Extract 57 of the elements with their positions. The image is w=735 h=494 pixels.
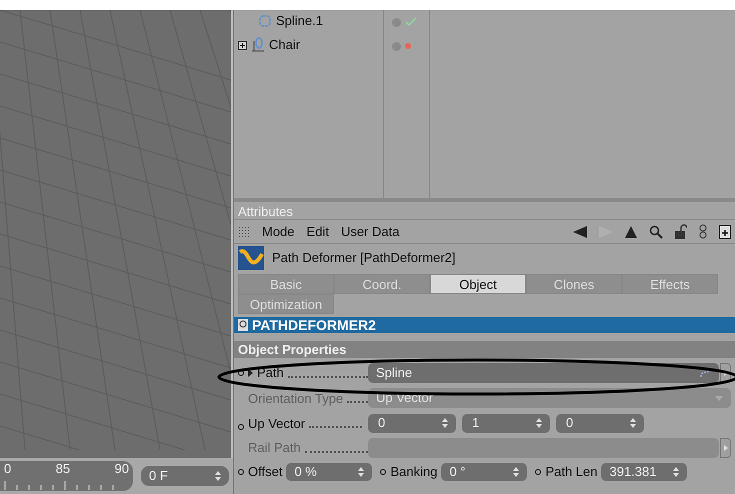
frame-number: 0: [4, 462, 12, 475]
menu-item[interactable]: Edit: [306, 222, 329, 242]
checkmark-icon[interactable]: [405, 17, 417, 27]
object-name[interactable]: Chair: [269, 35, 300, 55]
tab[interactable]: Object: [430, 274, 526, 294]
parameter-label: Offset: [248, 463, 282, 482]
leader-dots: [309, 426, 362, 428]
number-field[interactable]: 1: [462, 414, 550, 432]
tab[interactable]: Basic: [238, 274, 334, 294]
object-title: Path Deformer [PathDeformer2]: [272, 249, 456, 268]
triangle-right-icon: [724, 370, 728, 376]
number-field[interactable]: 391.381: [601, 463, 688, 481]
number-field[interactable]: 0 %: [286, 463, 372, 481]
frame-field[interactable]: 0 F: [141, 466, 229, 486]
null-object-icon: [251, 37, 265, 53]
number-field[interactable]: 0: [368, 414, 456, 432]
link-rings-icon[interactable]: [699, 224, 707, 239]
spinner-arrows-icon[interactable]: [673, 467, 680, 477]
spinner-arrows-icon[interactable]: [536, 418, 542, 428]
spline-object-icon: [258, 14, 272, 28]
menu-item[interactable]: User Data: [340, 222, 400, 242]
new-panel-icon[interactable]: [719, 224, 731, 238]
frame-number: 90: [114, 462, 129, 475]
triangle-right-icon: [724, 445, 728, 451]
back-arrow-icon[interactable]: [573, 226, 587, 238]
number-field[interactable]: 0: [556, 414, 644, 432]
parameter-label: Rail Path: [248, 439, 301, 458]
spinner-arrows-icon[interactable]: [358, 467, 364, 477]
path-deformer-icon: [238, 246, 264, 270]
parameter-label: Banking: [390, 463, 438, 482]
up-arrow-icon[interactable]: [625, 226, 637, 238]
parameter-label: Up Vector: [248, 416, 306, 430]
spinner-arrows-icon[interactable]: [442, 418, 448, 428]
section-header: Object Properties: [234, 341, 735, 358]
spinner-arrows-icon[interactable]: [513, 467, 520, 477]
object-banner-title: PATHDEFORMER2: [252, 318, 376, 332]
object-name[interactable]: Spline.1: [276, 11, 323, 31]
spinner-arrows-icon[interactable]: [630, 418, 636, 428]
tab[interactable]: Clones: [526, 274, 622, 294]
object-badge-icon: [238, 319, 248, 331]
tab[interactable]: Optimization: [238, 294, 334, 314]
unlocked-padlock-icon[interactable]: [675, 224, 687, 239]
expand-triangle-icon[interactable]: [248, 369, 253, 377]
expand-box-icon[interactable]: [238, 40, 247, 50]
number-field[interactable]: 0 °: [441, 463, 528, 481]
dropdown-caret-icon: [715, 396, 723, 400]
tab[interactable]: Effects: [622, 274, 718, 294]
parameter-label: Path Len: [545, 463, 598, 482]
timeline-ruler[interactable]: 0 85 90: [0, 461, 133, 491]
search-icon[interactable]: [649, 224, 663, 238]
parameter-label: Orientation Type: [248, 392, 344, 404]
frame-number: 85: [56, 462, 70, 475]
panel-title: Attributes: [234, 202, 735, 220]
link-field[interactable]: Spline: [368, 363, 719, 383]
spinner-arrows-icon[interactable]: [215, 471, 221, 481]
menu-item[interactable]: Mode: [262, 222, 295, 242]
tab[interactable]: Coord.: [334, 274, 430, 294]
